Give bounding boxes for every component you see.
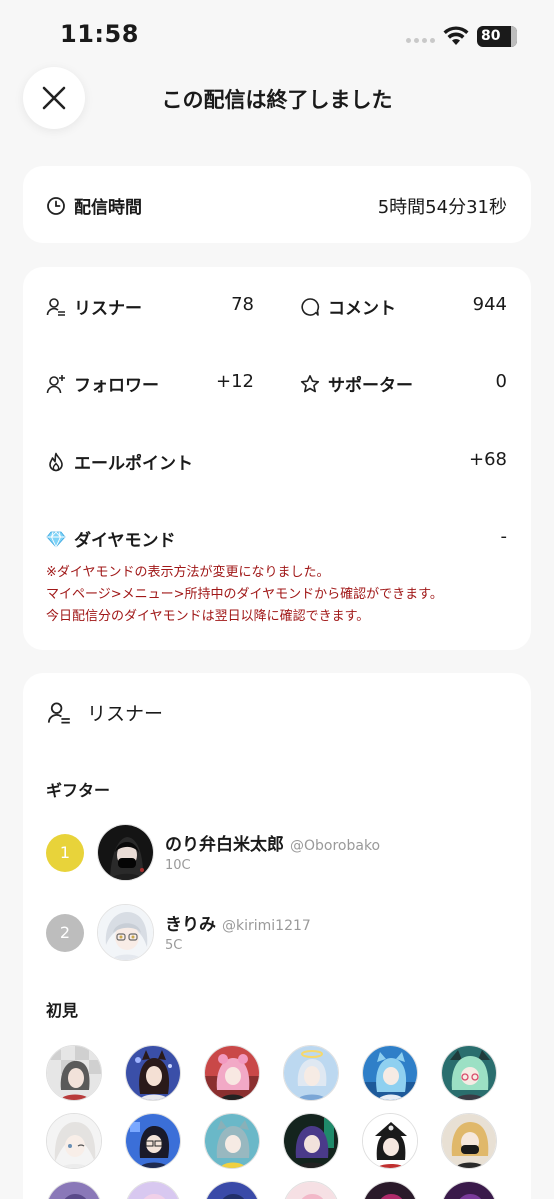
rank-badge: 2 [46, 914, 84, 952]
listeners-section-title: リスナー [87, 703, 164, 725]
diamonds-stat-row: ダイヤモンド [46, 526, 176, 551]
yell-points-stat-label: エールポイント [74, 454, 193, 474]
avatar[interactable] [283, 1045, 339, 1101]
diamond-notice-line-2: マイページ>メニュー>所持中のダイヤモンドから確認ができます。 [46, 587, 443, 602]
first-time-listeners-grid [46, 1045, 516, 1199]
gifter-name: きりみ [165, 915, 216, 935]
avatar[interactable] [362, 1181, 418, 1199]
supporters-stat-label: サポーター [328, 376, 413, 396]
supporters-stat-row: サポーター [300, 371, 413, 396]
avatar[interactable] [283, 1181, 339, 1199]
status-time: 11:58 [60, 20, 139, 48]
gifter-coins: 10C [165, 858, 191, 873]
yell-points-stat-value: +68 [469, 449, 507, 470]
listeners-stat-value: 78 [231, 294, 254, 315]
avatar[interactable] [441, 1045, 497, 1101]
first-time-title: 初見 [46, 1001, 79, 1020]
diamonds-stat-label: ダイヤモンド [74, 531, 176, 551]
duration-label: 配信時間 [74, 198, 142, 218]
diamond-icon [46, 530, 66, 548]
listeners-card: リスナー ギフター 1 のり弁白米太郎 @Oborobako 10C 2 きりみ… [23, 673, 531, 1199]
avatar[interactable] [46, 1113, 102, 1169]
duration-card: 配信時間 5時間54分31秒 [23, 166, 531, 243]
yell-points-stat-row: エールポイント [46, 449, 193, 474]
comments-stat-row: コメント [300, 294, 396, 319]
stats-card: リスナー 78 コメント 944 フォロワー +12 サポーター 0 エールポイ… [23, 267, 531, 650]
followers-stat-value: +12 [216, 371, 254, 392]
chat-bubble-icon [301, 297, 320, 316]
avatar[interactable] [204, 1113, 260, 1169]
star-icon [300, 374, 320, 392]
supporters-stat-value: 0 [495, 371, 507, 392]
comments-stat-label: コメント [328, 299, 396, 319]
rank-badge: 1 [46, 834, 84, 872]
gifter-name-line: のり弁白米太郎 @Oborobako [165, 830, 380, 855]
listeners-section-header: リスナー [47, 699, 163, 726]
avatar[interactable] [97, 904, 154, 961]
gifter-name: のり弁白米太郎 [165, 835, 284, 855]
avatar[interactable] [46, 1181, 102, 1199]
diamond-notice-line-3: 今日配信分のダイヤモンドは翌日以降に確認できます。 [46, 609, 370, 624]
avatar[interactable] [362, 1113, 418, 1169]
clock-icon [47, 196, 65, 215]
wifi-icon [443, 26, 469, 45]
avatar[interactable] [362, 1045, 418, 1101]
comments-stat-value: 944 [472, 294, 507, 315]
flame-icon [49, 452, 63, 471]
gifter-row[interactable]: 1 のり弁白米太郎 @Oborobako 10C [46, 824, 516, 884]
battery-indicator: 80 [477, 26, 517, 47]
diamonds-stat-value: - [500, 526, 508, 547]
listeners-stat-row: リスナー [46, 294, 142, 319]
avatar[interactable] [125, 1113, 181, 1169]
gifter-handle: @kirimi1217 [222, 918, 311, 934]
gifter-name-line: きりみ @kirimi1217 [165, 910, 311, 935]
user-list-icon [46, 297, 65, 316]
duration-label-row: 配信時間 [46, 193, 142, 218]
followers-stat-label: フォロワー [74, 376, 159, 396]
avatar[interactable] [204, 1181, 260, 1199]
duration-value: 5時間54分31秒 [377, 197, 507, 218]
page-title: この配信は終了しました [161, 88, 393, 112]
gifters-title: ギフター [46, 781, 111, 800]
diamond-notice: ※ダイヤモンドの表示方法が変更になりました。 マイページ>メニュー>所持中のダイ… [46, 562, 443, 628]
user-list-icon [47, 702, 70, 723]
avatar[interactable] [46, 1045, 102, 1101]
avatar[interactable] [204, 1045, 260, 1101]
listeners-stat-label: リスナー [74, 299, 142, 319]
avatar[interactable] [441, 1181, 497, 1199]
avatar[interactable] [125, 1045, 181, 1101]
followers-stat-row: フォロワー [46, 371, 159, 396]
status-bar: 11:58 80 [0, 0, 554, 62]
avatar[interactable] [97, 824, 154, 881]
gifter-coins: 5C [165, 938, 183, 953]
avatar[interactable] [125, 1181, 181, 1199]
diamond-notice-line-1: ※ダイヤモンドの表示方法が変更になりました。 [46, 565, 330, 580]
gifter-row[interactable]: 2 きりみ @kirimi1217 5C [46, 904, 516, 964]
gifter-handle: @Oborobako [290, 838, 381, 854]
user-plus-icon [46, 374, 65, 393]
avatar[interactable] [283, 1113, 339, 1169]
signal-icon [406, 38, 435, 43]
avatar[interactable] [441, 1113, 497, 1169]
